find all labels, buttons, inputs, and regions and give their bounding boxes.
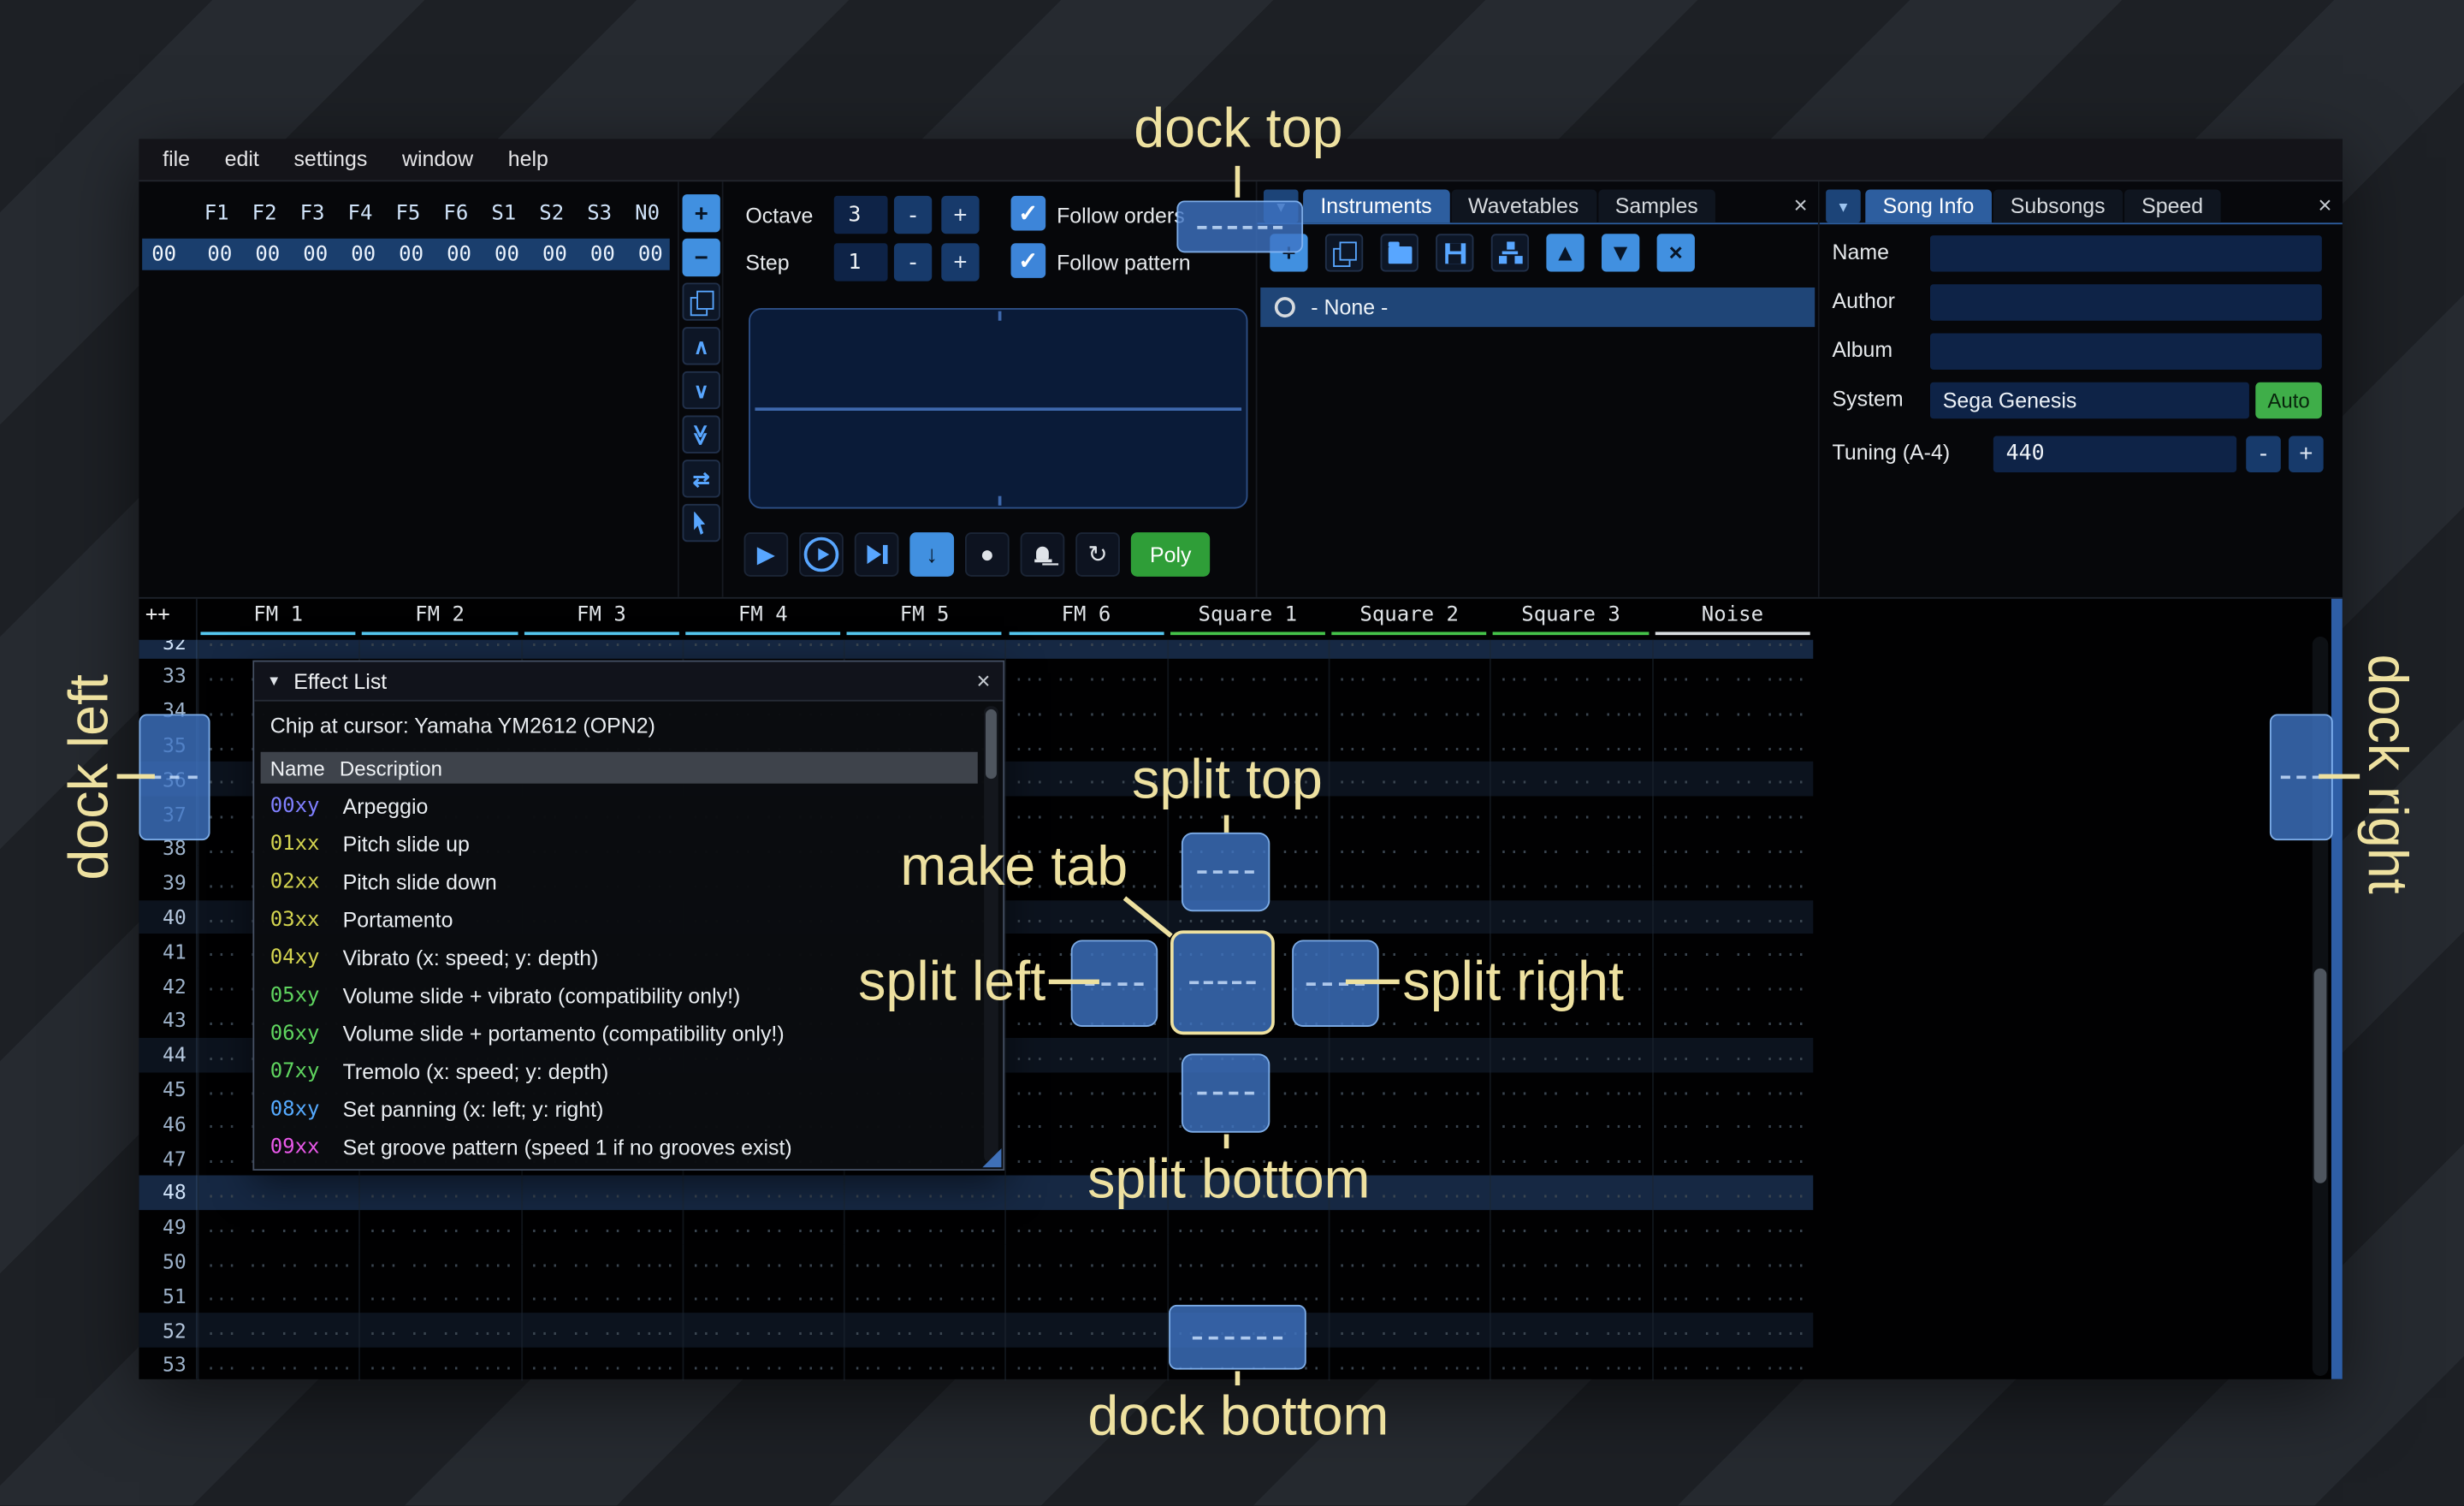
split-bottom-target[interactable] <box>1182 1053 1270 1132</box>
dock-bottom-label: dock bottom <box>1087 1385 1389 1449</box>
dock-top-connector <box>1235 166 1241 198</box>
make-tab-label: make tab <box>900 836 1128 899</box>
dock-left-label: dock left <box>58 674 121 880</box>
dock-bottom-target[interactable] <box>1169 1305 1306 1370</box>
split-right-label: split right <box>1402 951 1624 1014</box>
docking-overlay: dock top split top make tab split left s… <box>0 0 2464 1506</box>
dock-bottom-connector <box>1235 1371 1241 1385</box>
split-bottom-connector <box>1224 1135 1229 1149</box>
desktop-background: fileeditsettingswindowhelp F1F2F3F4F5F6S… <box>0 0 2464 1506</box>
split-right-connector <box>1346 980 1400 985</box>
split-bottom-label: split bottom <box>1087 1148 1370 1212</box>
split-top-connector <box>1224 815 1229 833</box>
dock-right-label: dock right <box>2355 655 2419 894</box>
dock-top-label: dock top <box>1134 98 1342 161</box>
dock-right-connector <box>2319 774 2360 780</box>
dock-top-target[interactable] <box>1176 200 1303 252</box>
make-tab-connector <box>1123 896 1173 937</box>
make-tab-target[interactable] <box>1170 930 1275 1035</box>
split-top-label: split top <box>1132 749 1323 812</box>
split-left-label: split left <box>858 951 1045 1014</box>
split-left-connector <box>1049 980 1099 985</box>
dock-left-connector <box>117 774 155 780</box>
split-top-target[interactable] <box>1182 833 1270 911</box>
